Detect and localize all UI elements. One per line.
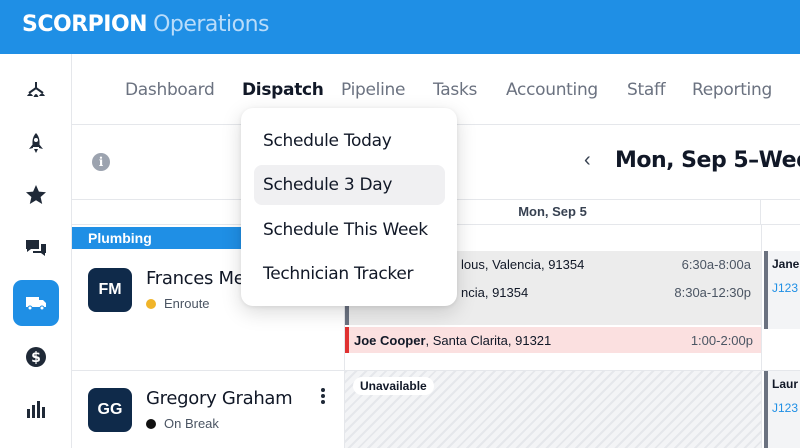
brand-product: Operations [153,12,270,37]
unavailable-block[interactable]: Unavailable [345,371,761,448]
avatar: GG [88,388,132,432]
rail-item-reports[interactable] [13,386,59,432]
job-time: 8:30a-12:30p [674,285,751,300]
lamp-icon [27,82,45,97]
chat-icon [26,240,46,256]
technician-name: Frances Me [146,268,245,289]
job-location: ncia, 91354 [461,285,529,300]
job-time: 1:00-2:00p [690,333,753,348]
tab-staff[interactable]: Staff [627,80,666,100]
svg-text:$: $ [31,350,41,366]
rail-item-dispatch[interactable] [13,280,59,326]
menu-item-schedule-3-day[interactable]: Schedule 3 Day [254,165,445,205]
status-dot-icon [146,298,156,309]
job-location: lous, Valencia, 91354 [461,257,585,272]
tab-dashboard[interactable]: Dashboard [125,80,215,100]
info-icon[interactable]: i [92,153,110,171]
tab-tasks[interactable]: Tasks [433,80,477,100]
dollar-icon: $ [26,347,46,367]
job-location: , Santa Clarita, 91321 [425,333,552,348]
previous-range-button[interactable]: ‹ [584,149,591,172]
left-rail: $ [0,54,72,448]
technician-row[interactable]: GG Gregory Graham On Break [88,388,293,432]
job-customer: Jane [772,257,800,271]
menu-item-schedule-today[interactable]: Schedule Today [254,121,445,161]
rail-item-rocket[interactable] [13,120,59,166]
technician-status: Enroute [146,296,210,311]
rail-item-chat[interactable] [13,226,59,272]
technician-status: On Break [146,416,219,431]
rail-item-dollar[interactable]: $ [13,334,59,380]
brand-name: SCORPION [22,12,148,37]
status-dot-icon [146,418,156,429]
dispatch-dropdown-menu: Schedule Today Schedule 3 Day Schedule T… [241,108,457,306]
more-options-icon[interactable] [321,386,327,406]
top-bar: SCORPION Operations [0,0,800,54]
rocket-icon [29,133,43,153]
technician-row[interactable]: FM Frances Me Enroute [88,268,245,312]
rail-item-lamp[interactable] [13,68,59,114]
tab-reporting[interactable]: Reporting [692,80,772,100]
tab-dispatch[interactable]: Dispatch [242,80,324,100]
tab-accounting[interactable]: Accounting [506,80,598,100]
menu-item-schedule-this-week[interactable]: Schedule This Week [254,210,445,250]
brand-logo[interactable]: SCORPION Operations [22,12,270,37]
job-card-partial[interactable]: Jane J123 [764,251,800,329]
avatar: FM [88,268,132,312]
job-customer: Joe Cooper [354,333,426,348]
rail-item-star[interactable] [13,172,59,218]
grid-divider [761,224,762,448]
menu-item-technician-tracker[interactable]: Technician Tracker [254,254,445,294]
unavailable-label: Unavailable [353,377,434,395]
job-number[interactable]: J123 [768,271,800,295]
day-column-header-next [762,200,800,224]
job-block[interactable]: Joe Cooper, Santa Clarita, 91321 1:00-2:… [345,327,761,353]
chart-icon [27,401,45,418]
technician-name: Gregory Graham [146,388,293,409]
date-range-title: Mon, Sep 5–Wed [615,148,800,173]
job-customer: Laur [772,377,799,391]
job-card-partial[interactable]: Laur J123 [764,371,800,448]
status-label: Enroute [164,296,210,311]
star-icon [26,185,46,204]
job-number[interactable]: J123 [768,391,800,415]
tab-pipeline[interactable]: Pipeline [341,80,405,100]
status-label: On Break [164,416,219,431]
job-time: 6:30a-8:00a [681,257,751,272]
truck-icon [26,297,46,311]
